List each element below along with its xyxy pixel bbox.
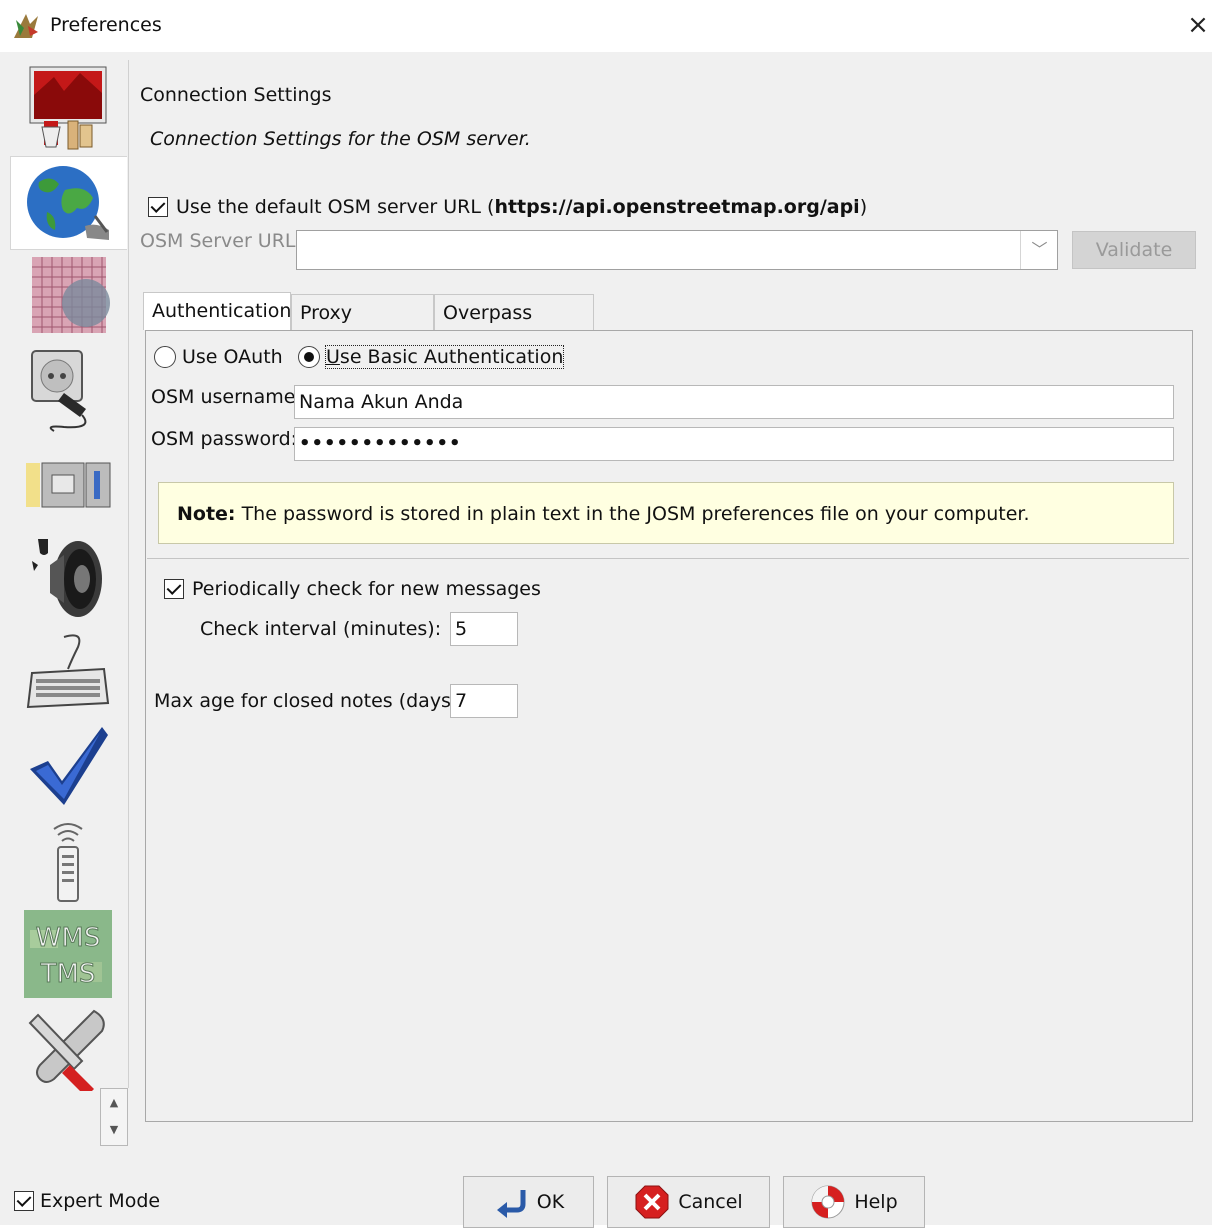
note-bold: Note: [177, 503, 236, 525]
password-label: OSM password: [151, 428, 298, 450]
max-age-field[interactable]: 7 [450, 684, 518, 718]
tab-overpass-server[interactable]: Overpass server [434, 294, 594, 360]
default-url-value: https://api.openstreetmap.org/api [494, 196, 860, 218]
default-url-label: Use the default OSM server URL (https://… [176, 196, 867, 218]
speaker-icon [32, 539, 102, 617]
sidebar-item-keyboard-shortcuts[interactable] [10, 626, 126, 718]
chevron-down-icon[interactable]: ﹀ [1020, 231, 1058, 269]
username-label: OSM username: [151, 386, 302, 408]
default-url-checkbox[interactable] [148, 197, 168, 217]
wms-label: WMS [36, 923, 101, 953]
check-interval-field[interactable]: 5 [450, 612, 518, 646]
tools-icon [28, 1009, 105, 1091]
default-url-suffix: ) [859, 196, 868, 218]
sidebar-item-imagery[interactable]: WMS TMS [10, 908, 126, 1000]
sidebar-item-display-settings[interactable] [10, 62, 126, 154]
ok-icon [496, 1190, 526, 1218]
basic-auth-radio[interactable] [298, 346, 320, 368]
basic-auth-label-rest: se Basic Authentication [339, 346, 564, 368]
oauth-option[interactable]: Use OAuth [154, 346, 283, 368]
checkmark-icon [30, 727, 108, 805]
tab-proxy-settings[interactable]: Proxy settings [291, 294, 434, 360]
password-note: Note: The password is stored in plain te… [158, 482, 1174, 544]
help-label: Help [854, 1191, 898, 1213]
default-url-row: Use the default OSM server URL (https://… [148, 196, 867, 218]
folders-icon [26, 462, 111, 508]
tms-label: TMS [40, 959, 96, 989]
cancel-button[interactable]: Cancel [607, 1176, 770, 1228]
grid-map-icon [32, 257, 110, 333]
sidebar-scrollbar[interactable]: ▲ ▼ [100, 1088, 128, 1146]
sidebar-item-audio-settings[interactable] [10, 532, 126, 624]
scroll-up-arrow-icon[interactable]: ▲ [101, 1089, 127, 1116]
validate-button[interactable]: Validate [1072, 231, 1196, 269]
close-button[interactable]: × [1184, 8, 1212, 42]
server-url-label: OSM Server URL: [140, 230, 302, 252]
sidebar-item-file-settings[interactable] [10, 438, 126, 530]
ok-button[interactable]: OK [463, 1176, 594, 1228]
help-lifebuoy-icon [811, 1185, 845, 1219]
page-title: Connection Settings [140, 84, 332, 106]
basic-auth-option[interactable]: Use Basic Authentication [298, 345, 565, 369]
page-subtitle: Connection Settings for the OSM server. [150, 128, 531, 150]
basic-auth-label: Use Basic Authentication [324, 345, 565, 369]
basic-auth-mnemonic: U [326, 346, 340, 368]
sidebar-item-validator[interactable] [10, 720, 126, 812]
ok-label: OK [536, 1191, 565, 1213]
window-title: Preferences [50, 14, 162, 36]
default-url-prefix: Use the default OSM server URL ( [176, 196, 495, 218]
periodic-check-checkbox[interactable] [164, 579, 184, 599]
remote-icon [53, 823, 83, 902]
password-field[interactable]: ••••••••••••• [294, 427, 1174, 461]
help-button[interactable]: Help [783, 1176, 925, 1228]
power-plug-icon [31, 350, 87, 432]
periodic-check-row: Periodically check for new messages [164, 578, 541, 600]
expert-mode-checkbox[interactable] [14, 1191, 34, 1211]
cancel-icon [635, 1185, 669, 1219]
expert-mode-row: Expert Mode [14, 1190, 160, 1212]
sidebar-item-remote-control[interactable] [10, 814, 126, 906]
wms-tms-icon: WMS TMS [24, 910, 112, 998]
globe-icon [27, 166, 109, 240]
keyboard-icon [26, 634, 110, 709]
sidebar-item-map-projection[interactable] [10, 250, 126, 342]
oauth-label: Use OAuth [182, 346, 283, 368]
periodic-check-label: Periodically check for new messages [192, 578, 541, 600]
username-field[interactable]: Nama Akun Anda [294, 385, 1174, 419]
check-interval-label: Check interval (minutes): [200, 618, 442, 640]
preferences-sidebar: WMS TMS [8, 60, 129, 1091]
note-text: The password is stored in plain text in … [235, 503, 1030, 525]
sidebar-item-connection-settings[interactable] [10, 156, 127, 250]
expert-mode-label: Expert Mode [40, 1190, 161, 1212]
server-url-input[interactable] [296, 230, 1058, 270]
oauth-radio[interactable] [154, 346, 176, 368]
scroll-down-arrow-icon[interactable]: ▼ [101, 1116, 127, 1143]
josm-app-icon [14, 14, 38, 38]
sidebar-item-advanced[interactable] [10, 1002, 126, 1094]
paint-brush-icon [29, 66, 107, 150]
tab-authentication[interactable]: Authentication [143, 292, 291, 330]
sidebar-item-remote-control-plug[interactable] [10, 344, 126, 436]
cancel-label: Cancel [678, 1191, 743, 1213]
title-bar [0, 0, 1212, 52]
max-age-label: Max age for closed notes (days): [154, 690, 465, 712]
